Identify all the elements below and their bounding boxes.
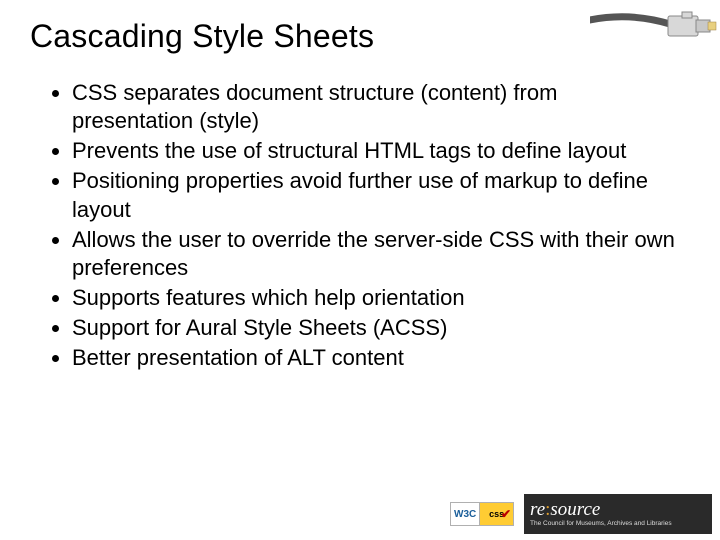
list-item: Support for Aural Style Sheets (ACSS) bbox=[72, 314, 690, 342]
list-item: Allows the user to override the server-s… bbox=[72, 226, 690, 282]
list-item: Supports features which help orientation bbox=[72, 284, 690, 312]
resource-tagline: The Council for Museums, Archives and Li… bbox=[530, 520, 706, 527]
footer: W3C css ✔ re:source The Council for Muse… bbox=[450, 494, 712, 534]
resource-prefix: re bbox=[530, 499, 545, 520]
slide: Cascading Style Sheets CSS separates doc… bbox=[0, 0, 720, 540]
ethernet-cable-icon bbox=[590, 6, 720, 48]
bullet-list: CSS separates document structure (conten… bbox=[30, 79, 690, 373]
resource-logo-text: re:source bbox=[530, 500, 706, 519]
resource-logo: re:source The Council for Museums, Archi… bbox=[524, 494, 712, 534]
check-icon: ✔ bbox=[501, 507, 511, 521]
list-item: Better presentation of ALT content bbox=[72, 344, 690, 372]
w3c-badge-right: css ✔ bbox=[480, 503, 513, 525]
w3c-badge-left: W3C bbox=[451, 503, 480, 525]
resource-suffix: source bbox=[550, 499, 600, 520]
list-item: Prevents the use of structural HTML tags… bbox=[72, 137, 690, 165]
list-item: Positioning properties avoid further use… bbox=[72, 167, 690, 223]
w3c-css-badge: W3C css ✔ bbox=[450, 502, 514, 526]
list-item: CSS separates document structure (conten… bbox=[72, 79, 690, 135]
